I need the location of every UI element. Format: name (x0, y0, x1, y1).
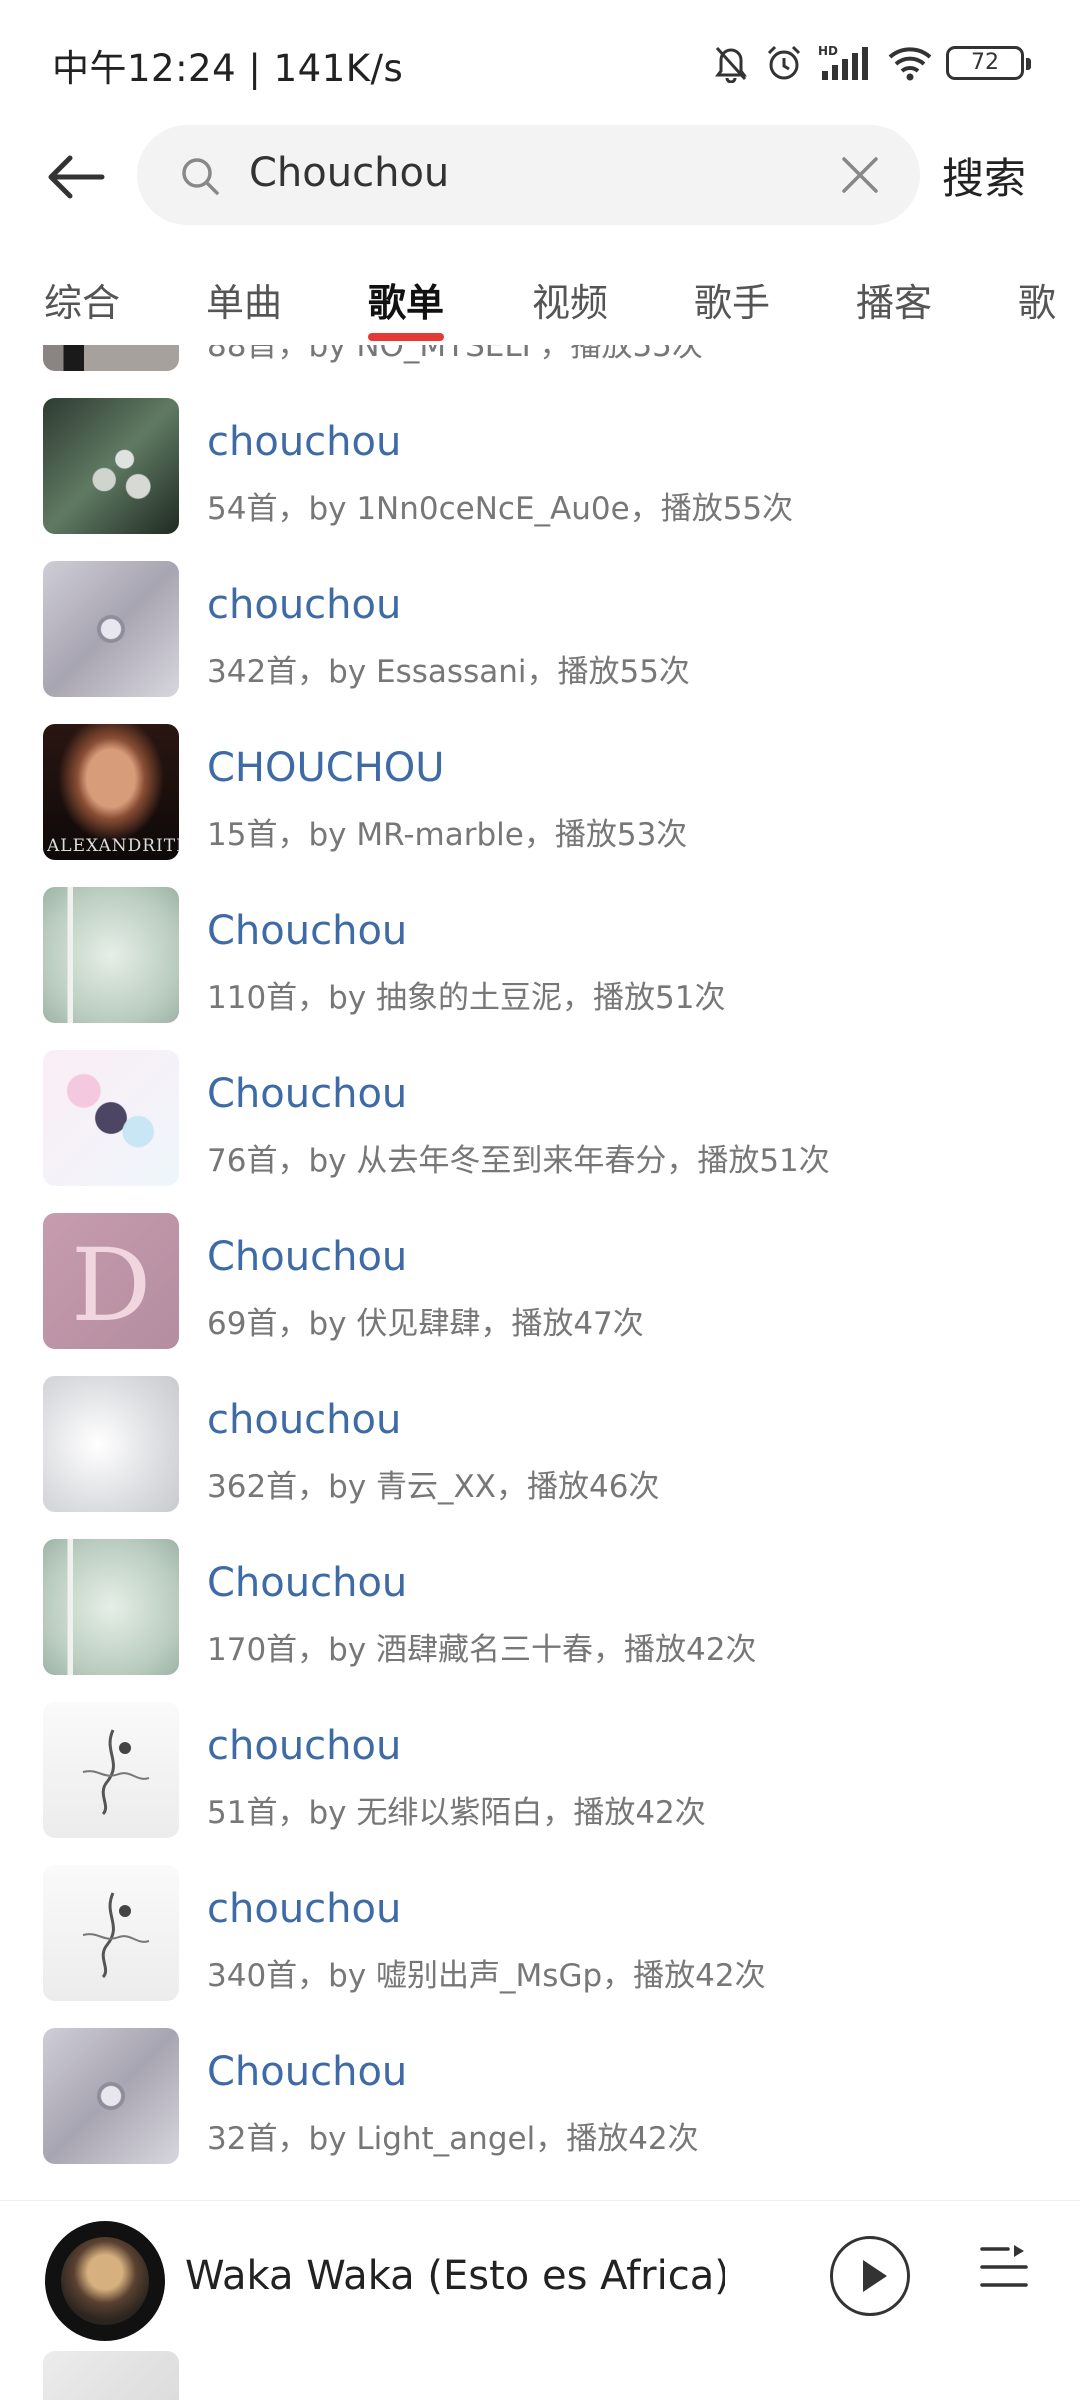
search-query[interactable]: Chouchou (249, 150, 449, 196)
cover-letter: D (71, 1227, 152, 1344)
search-header: Chouchou 搜索 (0, 120, 1080, 230)
search-button[interactable]: 搜索 (942, 145, 1026, 206)
mini-player[interactable]: Waka Waka (Esto es Africa) (… (0, 2200, 1080, 2400)
playlist-meta: 340首，by 嘘别出声_MsGp，播放42次 (207, 1958, 766, 1994)
playlist-title: Chouchou (207, 1234, 408, 1280)
ink-art-icon (82, 1892, 150, 1979)
playlist-cover (43, 398, 179, 534)
play-icon[interactable] (830, 2236, 910, 2316)
result-tabs: 综合 单曲 歌单 视频 歌手 播客 歌 (0, 262, 1080, 342)
playlist-meta: 170首，by 酒肆藏名三十春，播放42次 (207, 1632, 757, 1668)
playlist-cover: ALEXANDRITE (43, 724, 179, 860)
clear-icon[interactable] (838, 153, 882, 197)
playlist-title: Chouchou (207, 1071, 408, 1117)
playlist-title: chouchou (207, 419, 402, 465)
playlist-cover (43, 1702, 179, 1838)
status-time: 中午12:24 | 141K/s (52, 47, 404, 90)
playlist-cover (43, 2028, 179, 2164)
playlist-cover (43, 1865, 179, 2001)
battery-level: 72 (971, 50, 999, 75)
playlist-title: chouchou (207, 1397, 402, 1443)
tab-playlists[interactable]: 歌单 (368, 272, 445, 341)
list-item[interactable]: D Chouchou 69首，by 伏见肆肆，播放47次 (0, 1198, 1080, 1361)
album-disc[interactable] (45, 2221, 165, 2341)
playlist-title: CHOUCHOU (207, 745, 445, 791)
cover-caption: ALEXANDRITE (47, 836, 179, 856)
tab-more[interactable]: 歌 (1018, 272, 1056, 327)
svg-text:HD: HD (818, 44, 838, 58)
status-bar: 中午12:24 | 141K/s HD 72 (0, 0, 1080, 120)
playlist-title: chouchou (207, 1723, 402, 1769)
playlist-meta: 110首，by 抽象的土豆泥，播放51次 (207, 980, 726, 1016)
playlist-meta: 76首，by 从去年冬至到来年春分，播放51次 (207, 1143, 830, 1179)
list-item[interactable]: Chouchou 32首，by Light_angel，播放42次 (0, 2013, 1080, 2176)
list-item[interactable]: chouchou 54首，by 1Nn0ceNcE_Au0e，播放55次 (0, 383, 1080, 546)
list-item[interactable]: chouchou 88首，by NO_MYSELF，播放55次 (0, 345, 1080, 383)
playlist-cover (43, 1539, 179, 1675)
ink-art-icon (82, 1729, 150, 1816)
back-arrow-icon[interactable] (40, 142, 110, 212)
tab-videos[interactable]: 视频 (532, 272, 608, 327)
playlist-cover (43, 1376, 179, 1512)
playlist-meta: 362首，by 青云_XX，播放46次 (207, 1469, 660, 1505)
list-item[interactable]: chouchou 362首，by 青云_XX，播放46次 (0, 1361, 1080, 1524)
search-input[interactable]: Chouchou (137, 125, 920, 225)
search-icon (182, 158, 219, 195)
playlist-title: Chouchou (207, 908, 408, 954)
playlist-cover (43, 887, 179, 1023)
playlist-meta: 15首，by MR-marble，播放53次 (207, 817, 688, 853)
list-item[interactable]: Chouchou 110首，by 抽象的土豆泥，播放51次 (0, 872, 1080, 1035)
playlist-title: chouchou (207, 1886, 402, 1932)
playlist-results[interactable]: chouchou 88首，by NO_MYSELF，播放55次 chouchou… (0, 345, 1080, 2200)
list-item[interactable]: chouchou 342首，by Essassani，播放55次 (0, 546, 1080, 709)
battery-icon: 72 (946, 46, 1031, 80)
playlist-meta: 342首，by Essassani，播放55次 (207, 654, 690, 690)
list-item-peek (43, 2351, 179, 2400)
list-item[interactable]: chouchou 51首，by 无绯以紫陌白，播放42次 (0, 1687, 1080, 1850)
playlist-meta: 51首，by 无绯以紫陌白，播放42次 (207, 1795, 706, 1831)
playlist-title: chouchou (207, 582, 402, 628)
list-item[interactable]: ALEXANDRITE CHOUCHOU 15首，by MR-marble，播放… (0, 709, 1080, 872)
mute-bell-icon (715, 46, 747, 83)
active-tab-indicator (368, 333, 445, 341)
list-item[interactable]: Chouchou 76首，by 从去年冬至到来年春分，播放51次 (0, 1035, 1080, 1198)
now-playing-title[interactable]: Waka Waka (Esto es Africa) (… (185, 2253, 725, 2299)
playlist-title: Chouchou (207, 1560, 408, 1606)
playlist-results-inner: chouchou 88首，by NO_MYSELF，播放55次 chouchou… (0, 345, 1080, 2176)
tab-songs[interactable]: 单曲 (206, 272, 282, 327)
playlist-meta: 54首，by 1Nn0ceNcE_Au0e，播放55次 (207, 491, 794, 527)
tab-all[interactable]: 综合 (44, 272, 120, 327)
playlist-icon[interactable] (978, 2241, 1030, 2293)
playlist-meta: 88首，by NO_MYSELF，播放55次 (207, 345, 703, 364)
playlist-cover: D (43, 1213, 179, 1349)
tab-artists[interactable]: 歌手 (694, 272, 770, 327)
status-icons: HD 72 (712, 38, 1031, 88)
playlist-cover (43, 1050, 179, 1186)
wifi-icon (888, 47, 932, 81)
playlist-meta: 69首，by 伏见肆肆，播放47次 (207, 1306, 644, 1342)
playlist-meta: 32首，by Light_angel，播放42次 (207, 2121, 699, 2157)
alarm-icon (767, 45, 801, 80)
playlist-cover (43, 345, 179, 371)
playlist-title: Chouchou (207, 2049, 408, 2095)
list-item[interactable]: Chouchou 170首，by 酒肆藏名三十春，播放42次 (0, 1524, 1080, 1687)
playlist-cover (43, 561, 179, 697)
list-item[interactable]: chouchou 340首，by 嘘别出声_MsGp，播放42次 (0, 1850, 1080, 2013)
tab-playlists-label: 歌单 (368, 281, 445, 325)
tab-podcasts[interactable]: 播客 (856, 272, 932, 327)
hd-signal-icon: HD (818, 44, 868, 80)
album-art (61, 2237, 149, 2325)
